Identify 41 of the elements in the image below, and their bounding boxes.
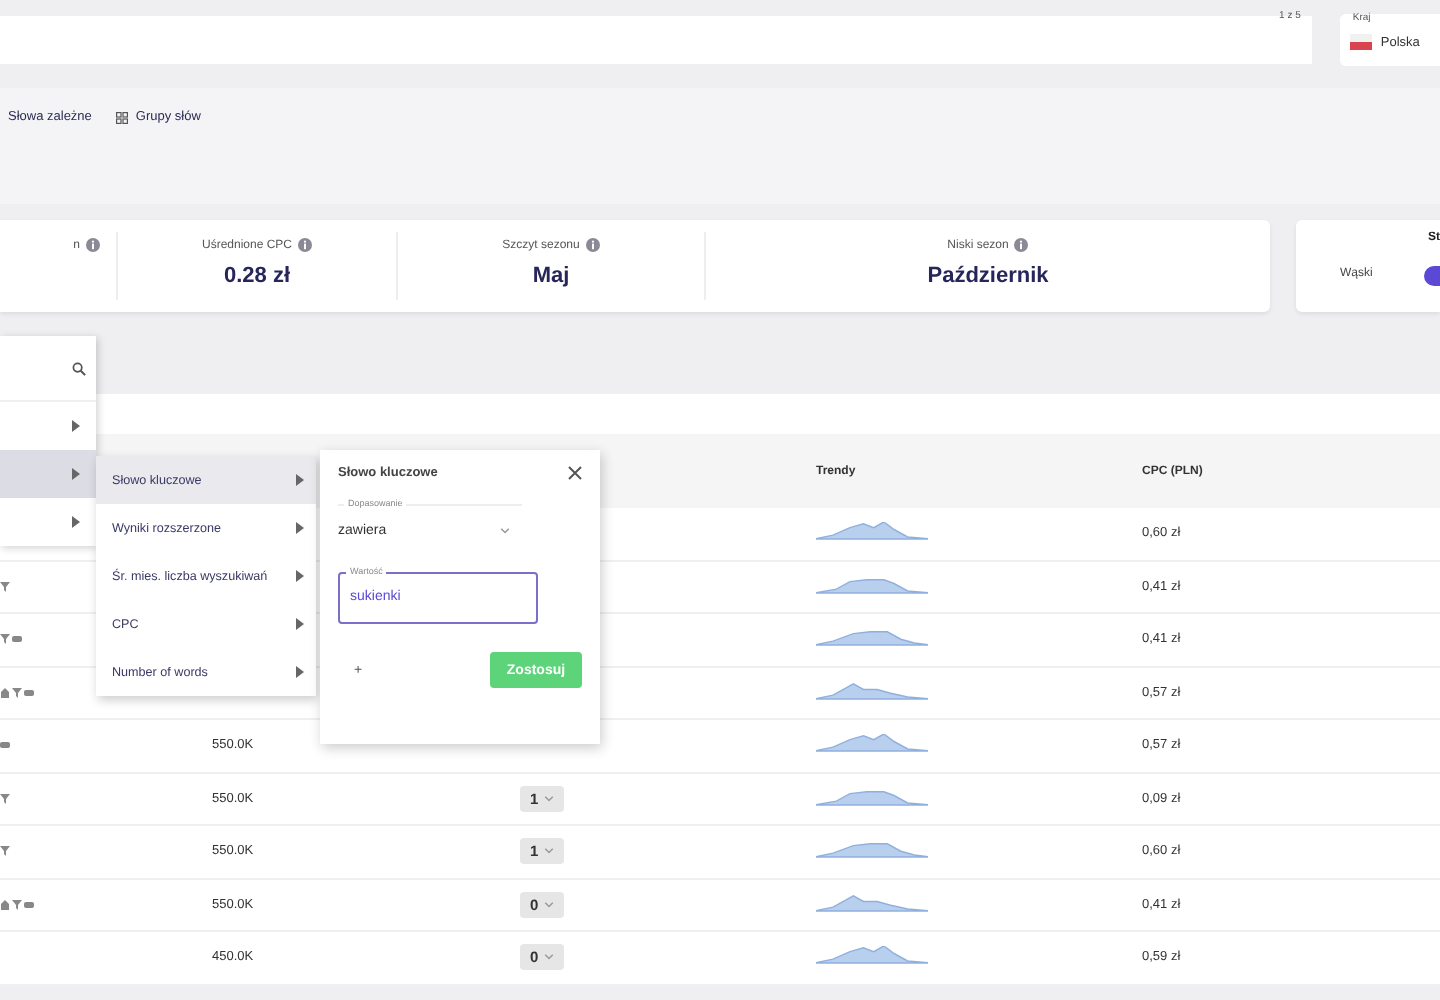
chevron-down-icon [544, 901, 555, 908]
trend-sparkline [816, 681, 928, 700]
arrow-right-icon [72, 516, 80, 528]
info-icon [1014, 238, 1029, 252]
serp-features-icon [0, 687, 36, 698]
chevron-down-icon [544, 954, 555, 961]
trend-sparkline [816, 575, 928, 594]
trend-sparkline [816, 840, 928, 859]
arrow-right-icon [296, 618, 304, 630]
trend-sparkline [816, 734, 928, 753]
stat-value: Październik [927, 264, 1049, 288]
stat-value: 0.28 zł [223, 264, 291, 288]
trend-sparkline [816, 522, 928, 541]
grid-icon [115, 111, 128, 123]
chevron-down-icon [544, 848, 555, 855]
trend-sparkline [816, 893, 928, 912]
filter-menu-item[interactable] [0, 450, 96, 498]
arrow-right-icon [296, 474, 304, 486]
serp-features-icon [0, 793, 12, 804]
arrow-right-icon [72, 420, 80, 432]
arrow-right-icon [296, 666, 304, 678]
serp-features-icon [0, 634, 24, 645]
trend-sparkline [816, 787, 928, 806]
serp-features-icon [0, 581, 12, 592]
chevron-down-icon [500, 528, 510, 534]
arrow-right-icon [72, 468, 80, 480]
chevron-down-icon [544, 795, 555, 802]
stat-value: Maj [532, 264, 570, 288]
info-icon [298, 238, 313, 252]
info-icon [585, 238, 600, 252]
serp-features-icon [0, 846, 12, 857]
arrow-right-icon [296, 522, 304, 534]
serp-features-icon [0, 740, 12, 751]
trend-sparkline [816, 628, 928, 647]
close-icon[interactable] [568, 466, 582, 480]
trend-sparkline [816, 946, 928, 965]
arrow-right-icon [296, 570, 304, 582]
search-icon [72, 361, 86, 375]
info-icon [86, 238, 100, 252]
serp-features-icon [0, 899, 36, 910]
flag-icon [1350, 34, 1373, 50]
